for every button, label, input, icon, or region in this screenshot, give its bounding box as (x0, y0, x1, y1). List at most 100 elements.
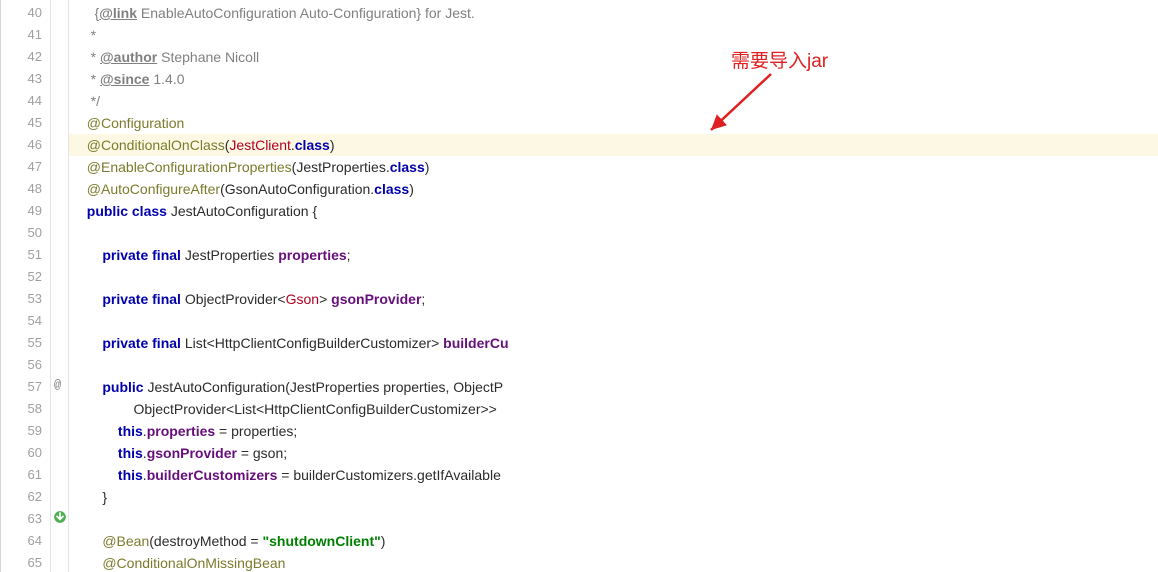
code-token: = properties; (215, 423, 297, 439)
code-token: ) (425, 159, 430, 175)
code-token: ) (330, 137, 335, 153)
code[interactable]: {@link EnableAutoConfiguration Auto-Conf… (69, 0, 1158, 572)
line-number: 60 (1, 442, 42, 464)
code-token: this (118, 423, 143, 439)
code-token: Stephane Nicoll (157, 49, 259, 65)
code-token: JestClient (229, 137, 290, 153)
code-token: Gson (286, 291, 319, 307)
code-line[interactable]: ObjectProvider<List<HttpClientConfigBuil… (79, 398, 1158, 420)
code-line[interactable]: private final List<HttpClientConfigBuild… (79, 332, 1158, 354)
code-line[interactable]: @EnableConfigurationProperties(JestPrope… (79, 156, 1158, 178)
code-line[interactable] (79, 310, 1158, 332)
gutter: 4041424344454647484950515253545556575859… (1, 0, 51, 572)
code-line[interactable]: this.properties = properties; (79, 420, 1158, 442)
code-line[interactable]: private final JestProperties properties; (79, 244, 1158, 266)
line-number: 64 (1, 530, 42, 552)
code-token: > (319, 291, 331, 307)
code-token: gsonProvider (147, 445, 237, 461)
code-token: ObjectProvider< (181, 291, 286, 307)
code-token (79, 511, 83, 527)
line-number: 43 (1, 68, 42, 90)
code-line[interactable] (79, 266, 1158, 288)
code-line[interactable]: private final ObjectProvider<Gson> gsonP… (79, 288, 1158, 310)
code-token (79, 467, 118, 483)
annotation-text: 需要导入jar (731, 46, 828, 73)
line-number: 48 (1, 178, 42, 200)
code-token: builderCu (443, 335, 508, 351)
code-line[interactable]: @Bean(destroyMethod = "shutdownClient") (79, 530, 1158, 552)
code-line[interactable] (79, 508, 1158, 530)
code-token: } (79, 489, 107, 505)
code-line[interactable]: @ConditionalOnMissingBean (79, 552, 1158, 572)
code-token: EnableAutoConfiguration Auto-Configurati… (137, 5, 475, 21)
code-token: @link (99, 5, 137, 21)
code-token: class (390, 159, 425, 175)
code-token (79, 313, 83, 329)
code-token: builderCustomizers (147, 467, 278, 483)
code-token (79, 247, 102, 263)
code-line[interactable]: * @since 1.4.0 (79, 68, 1158, 90)
code-token: JestAutoConfiguration { (167, 203, 317, 219)
line-number: 55 (1, 332, 42, 354)
code-token: ; (421, 291, 425, 307)
code-line[interactable]: @AutoConfigureAfter(GsonAutoConfiguratio… (79, 178, 1158, 200)
line-number: 40 (1, 2, 42, 24)
line-number: 63 (1, 508, 42, 530)
code-token: this (118, 445, 143, 461)
code-token: = builderCustomizers.getIfAvailable (277, 467, 500, 483)
gutter-icons: @ (51, 0, 69, 572)
code-token (79, 159, 87, 175)
code-token: JestAutoConfiguration(JestProperties pro… (144, 379, 504, 395)
code-line[interactable] (79, 354, 1158, 376)
code-token: * (79, 27, 96, 43)
code-token: JestProperties (181, 247, 278, 263)
code-token: ObjectProvider<List<HttpClientConfigBuil… (79, 401, 497, 417)
code-line[interactable] (79, 222, 1158, 244)
code-token (79, 225, 83, 241)
override-icon[interactable] (53, 510, 67, 524)
code-token: (GsonAutoConfiguration. (220, 181, 374, 197)
line-number: 41 (1, 24, 42, 46)
code-token (79, 379, 102, 395)
code-token: class (374, 181, 409, 197)
code-token (79, 115, 87, 131)
line-number: 52 (1, 266, 42, 288)
code-line[interactable]: this.builderCustomizers = builderCustomi… (79, 464, 1158, 486)
code-area[interactable]: 4041424344454647484950515253545556575859… (1, 0, 1158, 572)
code-token: ) (409, 181, 414, 197)
line-number: 61 (1, 464, 42, 486)
code-token (79, 445, 118, 461)
code-token: (destroyMethod = (149, 533, 262, 549)
code-token: ; (347, 247, 351, 263)
code-line[interactable]: * (79, 24, 1158, 46)
code-line[interactable]: {@link EnableAutoConfiguration Auto-Conf… (79, 2, 1158, 24)
code-line[interactable]: * @author Stephane Nicoll (79, 46, 1158, 68)
line-number: 51 (1, 244, 42, 266)
code-token: this (118, 467, 143, 483)
code-line[interactable]: this.gsonProvider = gson; (79, 442, 1158, 464)
code-line[interactable]: } (79, 486, 1158, 508)
line-number: 46 (1, 134, 42, 156)
code-line[interactable]: public JestAutoConfiguration(JestPropert… (79, 376, 1158, 398)
line-number: 53 (1, 288, 42, 310)
code-token: public (102, 379, 143, 395)
line-number: 50 (1, 222, 42, 244)
code-token: = gson; (237, 445, 287, 461)
code-token (79, 423, 118, 439)
code-token: @since (100, 71, 149, 87)
code-line[interactable]: */ (79, 90, 1158, 112)
code-line[interactable]: public class JestAutoConfiguration { (79, 200, 1158, 222)
line-number: 42 (1, 46, 42, 68)
code-token: List<HttpClientConfigBuilderCustomizer> (181, 335, 443, 351)
code-token: class (295, 137, 330, 153)
line-number: 62 (1, 486, 42, 508)
code-line[interactable]: @ConditionalOnClass(JestClient.class) (69, 134, 1158, 156)
code-token: @ConditionalOnMissingBean (102, 555, 285, 571)
code-token: */ (79, 93, 100, 109)
code-token: gsonProvider (331, 291, 421, 307)
code-token: @EnableConfigurationProperties (87, 159, 292, 175)
code-token: properties (147, 423, 215, 439)
code-token (79, 291, 102, 307)
code-token (79, 181, 87, 197)
code-line[interactable]: @Configuration (79, 112, 1158, 134)
